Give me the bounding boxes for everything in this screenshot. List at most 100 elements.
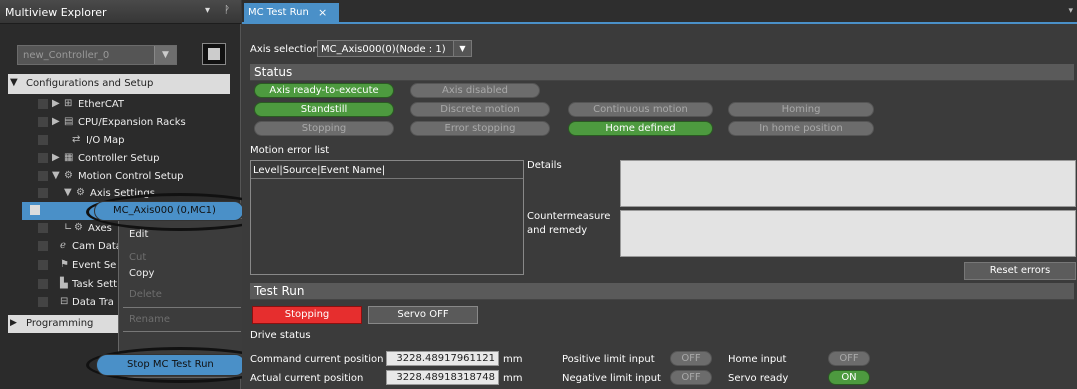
- divider: [251, 178, 523, 179]
- negative-limit-indicator: OFF: [670, 370, 712, 385]
- mc-test-run-pane: MC Test Run × ▾ Axis selection MC_Axis00…: [242, 0, 1077, 389]
- explorer-title: Multiview Explorer: [5, 6, 107, 19]
- ethercat-icon: ⊞: [64, 98, 73, 109]
- details-label: Details: [527, 160, 562, 171]
- tree-marker: [38, 99, 48, 109]
- status-pill-stopping: Stopping: [254, 121, 394, 136]
- command-position-value: 3228.48917961121: [386, 351, 499, 366]
- tree-item-label: CPU/Expansion Racks: [78, 117, 186, 128]
- reset-errors-button[interactable]: Reset errors: [964, 262, 1076, 280]
- tab-mc-test-run[interactable]: MC Test Run ×: [244, 3, 339, 23]
- axis-selection-label: Axis selection: [250, 44, 319, 55]
- controller-icon[interactable]: [202, 43, 226, 65]
- unit-label: mm: [503, 354, 523, 365]
- home-input-indicator: OFF: [828, 351, 870, 366]
- close-icon[interactable]: ×: [318, 6, 327, 19]
- menu-item-cut: Cut: [129, 252, 147, 263]
- positive-limit-indicator: OFF: [670, 351, 712, 366]
- selected-axis-label: MC_Axis000 (0,MC1): [113, 205, 216, 216]
- collapsed-arrow-icon[interactable]: ▶: [52, 116, 60, 127]
- collapsed-arrow-icon[interactable]: ▶: [52, 98, 60, 109]
- expanded-arrow-icon[interactable]: ▼: [64, 187, 72, 198]
- tree-item-task-settings[interactable]: ▙ Task Setti: [8, 276, 128, 294]
- stop-mc-test-run-label: Stop MC Test Run: [127, 359, 214, 370]
- tree-item-label: Task Setti: [72, 279, 120, 290]
- drive-status-label: Drive status: [250, 330, 311, 341]
- tree-item-label: EtherCAT: [78, 99, 124, 110]
- axis-selection-value: MC_Axis000(0)(Node : 1): [321, 44, 446, 55]
- tree-item-cam-data[interactable]: ℯ Cam Data: [8, 238, 128, 256]
- dropdown-icon[interactable]: ▾: [205, 5, 210, 16]
- tree-item-label: Motion Control Setup: [78, 171, 184, 182]
- stop-mc-test-run-item[interactable]: Stop MC Test Run: [96, 354, 246, 376]
- selected-axis-callout[interactable]: MC_Axis000 (0,MC1): [94, 201, 244, 221]
- gear-icon: ⚙: [64, 170, 73, 181]
- status-title: Status: [254, 65, 293, 79]
- data-trace-icon: ⊟: [60, 296, 69, 307]
- controller-setup-icon: ▦: [64, 152, 74, 163]
- motion-error-list[interactable]: Level|Source|Event Name|: [250, 160, 524, 275]
- tree-item-motion-control-setup[interactable]: ▼ ⚙ Motion Control Setup: [8, 168, 238, 186]
- status-pill-axis-ready: Axis ready-to-execute: [254, 83, 394, 98]
- menu-item-edit[interactable]: Edit: [129, 229, 148, 240]
- task-icon: ▙: [60, 278, 68, 289]
- status-pill-error-stopping: Error stopping: [410, 121, 550, 136]
- tree-item-controller-setup[interactable]: ▶ ▦ Controller Setup: [8, 150, 238, 168]
- expanded-arrow-icon[interactable]: ▼: [10, 77, 18, 88]
- pin-icon[interactable]: ᚹ: [224, 5, 230, 16]
- tab-label: MC Test Run: [248, 7, 309, 18]
- servo-ready-indicator: ON: [828, 370, 870, 385]
- tree-marker: [38, 135, 48, 145]
- controller-select[interactable]: new_Controller_0 ▼: [17, 45, 177, 65]
- negative-limit-label: Negative limit input: [562, 373, 661, 384]
- tree-item-label: Cam Data: [72, 241, 122, 252]
- collapsed-arrow-icon[interactable]: ▶: [52, 152, 60, 163]
- tree-item-label: Controller Setup: [78, 153, 160, 164]
- tree-item-event-settings[interactable]: ⚑ Event Se: [8, 257, 128, 275]
- collapsed-arrow-icon[interactable]: ▶: [10, 318, 17, 328]
- explorer-title-bar: Multiview Explorer ▾ ᚹ: [0, 0, 241, 24]
- tree-marker: [38, 117, 48, 127]
- axis-selection-dropdown[interactable]: MC_Axis000(0)(Node : 1) ▼: [317, 40, 472, 57]
- tree-item-cpu-racks[interactable]: ▶ ▤ CPU/Expansion Racks: [8, 114, 238, 132]
- io-map-icon: ⇄: [72, 134, 81, 145]
- tree-item-programming[interactable]: ▶ Programming: [8, 315, 118, 333]
- command-position-label: Command current position: [250, 354, 384, 365]
- gear-icon: ⚙: [74, 222, 83, 233]
- expanded-arrow-icon[interactable]: ▼: [52, 170, 60, 181]
- tree-marker: [38, 297, 48, 307]
- status-pill-home-defined: Home defined: [568, 121, 713, 136]
- servo-off-button[interactable]: Servo OFF: [368, 306, 478, 324]
- tree-marker: [38, 279, 48, 289]
- status-pill-homing: Homing: [728, 102, 874, 117]
- tree-item-label: Programming: [26, 318, 94, 329]
- tree-item-data-trace[interactable]: ⊟ Data Tra: [8, 294, 128, 312]
- tree-item-io-map[interactable]: ⇄ I/O Map: [8, 132, 238, 150]
- event-flag-icon: ⚑: [60, 259, 69, 270]
- tree-item-configurations[interactable]: ▼ Configurations and Setup: [8, 74, 230, 94]
- chevron-down-icon[interactable]: ▼: [154, 46, 176, 64]
- tree-marker: [38, 171, 48, 181]
- controller-select-value: new_Controller_0: [23, 50, 110, 61]
- servo-ready-label: Servo ready: [728, 373, 789, 384]
- remedy-label: Countermeasure and remedy: [527, 211, 611, 236]
- tab-bar: MC Test Run × ▾: [242, 0, 1077, 24]
- actual-position-value: 3228.48918318748: [386, 370, 499, 385]
- tree-item-label: Event Se: [72, 260, 117, 271]
- rack-icon: ▤: [64, 116, 74, 127]
- chevron-down-icon[interactable]: ▾: [1068, 6, 1073, 16]
- remedy-textbox[interactable]: [620, 210, 1076, 257]
- tree-item-label: I/O Map: [86, 135, 125, 146]
- details-textbox[interactable]: [620, 160, 1076, 207]
- stopping-button[interactable]: Stopping: [252, 306, 362, 324]
- tree-marker: [38, 223, 48, 233]
- status-section-header: Status: [250, 64, 1074, 81]
- status-pill-in-home-position: In home position: [728, 121, 874, 136]
- menu-item-copy[interactable]: Copy: [129, 268, 154, 279]
- unit-label: mm: [503, 373, 523, 384]
- menu-separator: [123, 331, 241, 332]
- home-input-label: Home input: [728, 354, 787, 365]
- chevron-down-icon[interactable]: ▼: [453, 41, 471, 56]
- tree-item-ethercat[interactable]: ▶ ⊞ EtherCAT: [8, 96, 238, 114]
- tree-marker: [38, 241, 48, 251]
